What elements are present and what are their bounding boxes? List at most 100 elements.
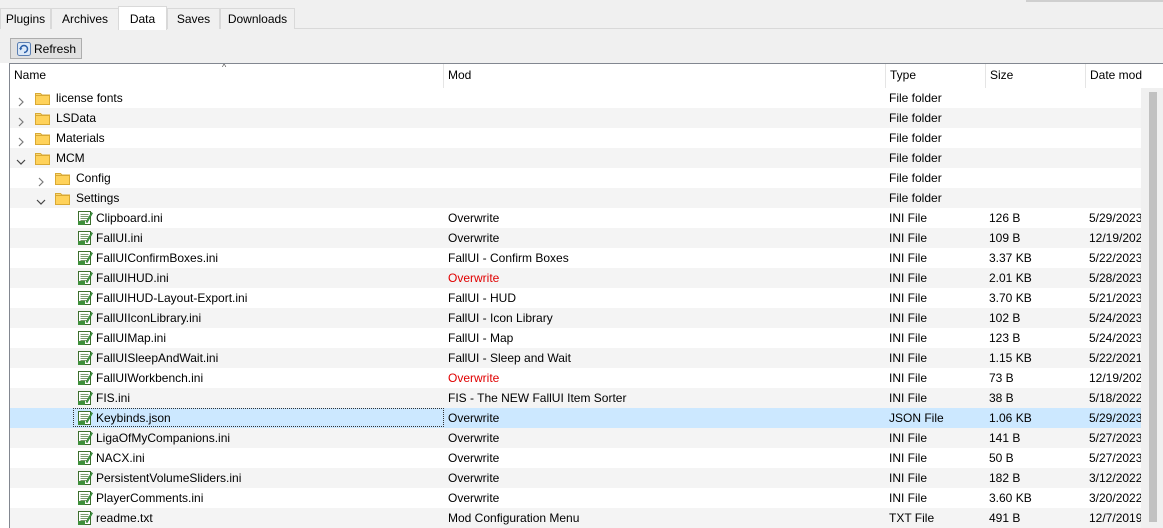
size-cell: 123 B (989, 331, 1021, 345)
mod-cell: FallUI - Icon Library (448, 311, 553, 325)
file-row[interactable]: FallUISleepAndWait.ini FallUI - Sleep and… (10, 348, 1141, 368)
item-name: license fonts (56, 91, 123, 105)
item-name: FallUIHUD.ini (96, 271, 169, 285)
file-icon (77, 230, 93, 246)
item-name: FallUI.ini (96, 231, 143, 245)
name-cell: FallUIWorkbench.ini (10, 368, 444, 388)
name-cell: LSData (10, 108, 444, 128)
file-icon (77, 330, 93, 346)
type-cell: TXT File (889, 511, 935, 525)
date-cell: 12/19/2022 (1089, 231, 1141, 245)
column-size-label: Size (990, 68, 1014, 82)
size-cell: 109 B (989, 231, 1021, 245)
file-icon (77, 490, 93, 506)
chevron-right-icon[interactable] (16, 113, 26, 127)
size-cell: 3.37 KB (989, 251, 1032, 265)
tab-data[interactable]: Data (118, 6, 167, 30)
type-cell: INI File (889, 231, 928, 245)
tab-archives[interactable]: Archives (51, 8, 119, 29)
folder-row[interactable]: LSData File folder (10, 108, 1141, 128)
tab-saves[interactable]: Saves (167, 8, 220, 29)
item-name: MCM (56, 151, 85, 165)
folder-icon (55, 171, 70, 185)
date-cell: 3/12/2022 (1089, 471, 1141, 485)
mod-cell: Overwrite (448, 371, 500, 385)
mod-cell: FallUI - Confirm Boxes (448, 251, 569, 265)
item-name: PersistentVolumeSliders.ini (96, 471, 242, 485)
file-row[interactable]: FallUIMap.ini FallUI - Map INI File 123 B 5/… (10, 328, 1141, 348)
item-name: Materials (56, 131, 105, 145)
file-row[interactable]: readme.txt Mod Configuration Menu TXT File… (10, 508, 1141, 528)
mod-cell: FallUI - Sleep and Wait (448, 351, 571, 365)
folder-row[interactable]: license fonts File folder (10, 88, 1141, 108)
file-row[interactable]: FallUIHUD.ini Overwrite INI File 2.01 KB 5/2… (10, 268, 1141, 288)
file-row[interactable]: PlayerComments.ini Overwrite INI File 3.60 … (10, 488, 1141, 508)
type-cell: INI File (889, 271, 928, 285)
scrollbar-thumb[interactable] (1149, 92, 1157, 522)
date-cell (1089, 148, 1141, 168)
file-row[interactable]: FallUIWorkbench.ini Overwrite INI File 73 B… (10, 368, 1141, 388)
column-type[interactable]: Type (886, 64, 986, 88)
date-cell: 5/21/2023 (1089, 291, 1141, 305)
date-cell: 5/28/2023 (1089, 271, 1141, 285)
tab-downloads[interactable]: Downloads (220, 8, 295, 29)
vertical-scrollbar[interactable] (1141, 88, 1163, 528)
file-icon (77, 290, 93, 306)
column-size[interactable]: Size (986, 64, 1086, 88)
chevron-right-icon[interactable] (16, 133, 26, 147)
tab-plugins[interactable]: Plugins (0, 8, 51, 29)
date-cell: 5/22/2023 (1089, 251, 1141, 265)
chevron-down-icon[interactable] (36, 193, 46, 205)
refresh-button[interactable]: Refresh (10, 38, 82, 59)
file-row[interactable]: FallUI.ini Overwrite INI File 109 B 12/19/20… (10, 228, 1141, 248)
file-row[interactable]: FallUIHUD-Layout-Export.ini FallUI - HUD I… (10, 288, 1141, 308)
data-tree-view[interactable]: Name ^ Mod Type Size Date mod license fo… (9, 63, 1163, 528)
size-cell (989, 128, 1085, 148)
file-icon (77, 350, 93, 366)
column-date-label: Date mod (1090, 68, 1143, 82)
file-icon (77, 450, 93, 466)
type-cell: INI File (889, 431, 928, 445)
file-row[interactable]: FallUIIconLibrary.ini FallUI - Icon Libra… (10, 308, 1141, 328)
folder-row[interactable]: Config File folder (10, 168, 1141, 188)
tab-bar: Plugins Archives Data Saves Downloads (0, 0, 1163, 30)
size-cell: 102 B (989, 311, 1021, 325)
date-cell (1089, 88, 1141, 108)
column-name[interactable]: Name (10, 64, 444, 88)
item-name: FallUIMap.ini (96, 331, 167, 345)
folder-row[interactable]: Settings File folder (10, 188, 1141, 208)
type-cell: File folder (889, 151, 942, 165)
name-cell: FallUISleepAndWait.ini (10, 348, 444, 368)
mod-cell (448, 168, 884, 188)
date-cell: 5/29/2023 (1089, 211, 1141, 225)
folder-row[interactable]: Materials File folder (10, 128, 1141, 148)
column-date-modified[interactable]: Date mod (1086, 64, 1163, 88)
folder-icon (35, 151, 50, 165)
item-name: FallUIHUD-Layout-Export.ini (96, 291, 248, 305)
type-cell: INI File (889, 251, 928, 265)
folder-icon (35, 111, 50, 125)
file-icon (77, 510, 93, 526)
size-cell: 3.70 KB (989, 291, 1032, 305)
chevron-down-icon[interactable] (16, 153, 26, 165)
chevron-right-icon[interactable] (16, 93, 26, 107)
file-row[interactable]: FallUIConfirmBoxes.ini FallUI - Confirm B… (10, 248, 1141, 268)
date-cell: 12/19/2022 (1089, 371, 1141, 385)
folder-row[interactable]: MCM File folder (10, 148, 1141, 168)
file-row[interactable]: Keybinds.json Overwrite JSON File 1.06 KB 5/… (10, 408, 1141, 428)
type-cell: INI File (889, 211, 928, 225)
file-row[interactable]: Clipboard.ini Overwrite INI File 126 B 5/29/… (10, 208, 1141, 228)
file-row[interactable]: FIS.ini FIS - The NEW FallUI Item Sorter I… (10, 388, 1141, 408)
file-row[interactable]: LigaOfMyCompanions.ini Overwrite INI File 1… (10, 428, 1141, 448)
file-row[interactable]: NACX.ini Overwrite INI File 50 B 5/27/2023 (10, 448, 1141, 468)
date-cell: 5/27/2023 (1089, 431, 1141, 445)
chevron-right-icon[interactable] (36, 173, 46, 187)
name-cell: FallUI.ini (10, 228, 444, 248)
name-cell: PersistentVolumeSliders.ini (10, 468, 444, 488)
name-cell: readme.txt (10, 508, 444, 528)
type-cell: INI File (889, 291, 928, 305)
mod-cell: Overwrite (448, 211, 500, 225)
column-mod[interactable]: Mod (444, 64, 886, 88)
file-row[interactable]: PersistentVolumeSliders.ini Overwrite INI … (10, 468, 1141, 488)
name-cell: Keybinds.json (10, 408, 444, 428)
